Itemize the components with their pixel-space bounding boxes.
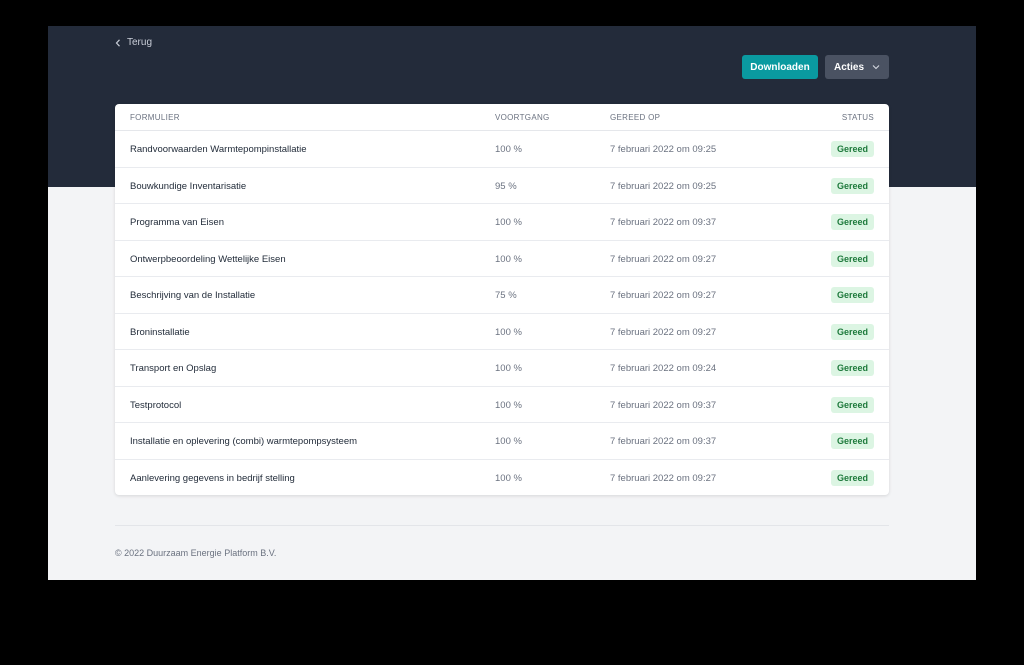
finished-date: 7 februari 2022 om 09:27 [610,326,717,338]
progress-value: 100 % [495,253,522,265]
status-badge: Gereed [830,250,874,267]
form-name: Ontwerpbeoordeling Wettelijke Eisen [130,253,286,265]
status-badge: Gereed [830,214,874,230]
form-name: Installatie en oplevering (combi) warmte… [130,436,358,447]
status-badge: Gereed [830,396,874,413]
finished-date: 7 februari 2022 om 09:27 [610,290,717,301]
finished-date: 7 februari 2022 om 09:37 [610,217,717,228]
progress-value: 100 % [495,363,522,374]
progress-value: 100 % [495,436,522,447]
finished-date: 7 februari 2022 om 09:27 [610,472,717,484]
download-button-label: Downloaden [750,61,810,73]
table-row[interactable]: Installatie en oplevering (combi) warmte… [115,423,889,460]
finished-date: 7 februari 2022 om 09:37 [610,436,717,447]
progress-value: 100 % [495,326,522,338]
header-progress: VOORTGANG [495,113,550,122]
table-row[interactable]: Ontwerpbeoordeling Wettelijke Eisen 100 %… [115,241,889,277]
finished-date: 7 februari 2022 om 09:37 [610,399,717,411]
status-badge: Gereed [830,360,874,376]
finished-date: 7 februari 2022 om 09:27 [610,253,717,265]
progress-value: 100 % [495,399,522,411]
progress-value: 75 % [495,290,517,301]
form-name: Broninstallatie [130,326,190,338]
finished-date: 7 februari 2022 om 09:25 [610,144,717,155]
table-row[interactable]: Randvoorwaarden Warmtepompinstallatie 100… [115,131,889,168]
status-badge: Gereed [830,141,874,157]
actions-dropdown-button[interactable]: Acties [825,55,889,79]
header-finished-on: GEREED OP [610,113,661,122]
form-name: Programma van Eisen [130,217,224,228]
form-name: Transport en Opslag [130,363,217,374]
header-form: FORMULIER [130,113,180,122]
chevron-down-icon [872,62,880,73]
table-body: Randvoorwaarden Warmtepompinstallatie 100… [115,131,889,495]
form-name: Bouwkundige Inventarisatie [130,180,247,192]
table-row[interactable]: Transport en Opslag 100 % 7 februari 2022 … [115,350,889,387]
back-link[interactable]: Terug [115,37,152,48]
status-badge: Gereed [830,287,874,303]
status-badge: Gereed [830,177,874,194]
app-window: Terug Downloaden Acties FORMULIER VOORTG… [48,26,976,580]
table-row[interactable]: Bouwkundige Inventarisatie 95 % 7 februari… [115,168,889,204]
progress-value: 95 % [495,180,517,192]
back-label: Terug [127,37,153,48]
status-badge: Gereed [830,433,874,449]
table-row[interactable]: Aanlevering gegevens in bedrijf stelling… [115,460,889,496]
status-badge: Gereed [830,323,874,340]
table-row[interactable]: Beschrijving van de Installatie 75 % 7 feb… [115,277,889,314]
progress-value: 100 % [495,217,522,228]
table-header: FORMULIER VOORTGANG GEREED OP STATUS [115,104,889,131]
form-name: Aanlevering gegevens in bedrijf stelling [130,472,295,484]
footer-divider [115,525,889,526]
forms-table: FORMULIER VOORTGANG GEREED OP STATUS Ran… [115,104,889,495]
table-row[interactable]: Broninstallatie 100 % 7 februari 2022 om 0… [115,314,889,350]
table-row[interactable]: Testprotocol 100 % 7 februari 2022 om 09:3… [115,387,889,423]
finished-date: 7 februari 2022 om 09:24 [610,363,717,374]
table-row[interactable]: Programma van Eisen 100 % 7 februari 2022 … [115,204,889,241]
actions-button-label: Acties [833,61,864,73]
form-name: Testprotocol [130,399,182,411]
chevron-left-icon [115,38,121,47]
header-status: STATUS [841,113,874,122]
progress-value: 100 % [495,472,522,484]
status-badge: Gereed [830,469,874,486]
footer-copyright: © 2022 Duurzaam Energie Platform B.V. [115,548,277,558]
download-button[interactable]: Downloaden [742,55,818,79]
form-name: Randvoorwaarden Warmtepompinstallatie [130,144,307,155]
form-name: Beschrijving van de Installatie [130,290,256,301]
progress-value: 100 % [495,144,522,155]
finished-date: 7 februari 2022 om 09:25 [610,180,717,192]
